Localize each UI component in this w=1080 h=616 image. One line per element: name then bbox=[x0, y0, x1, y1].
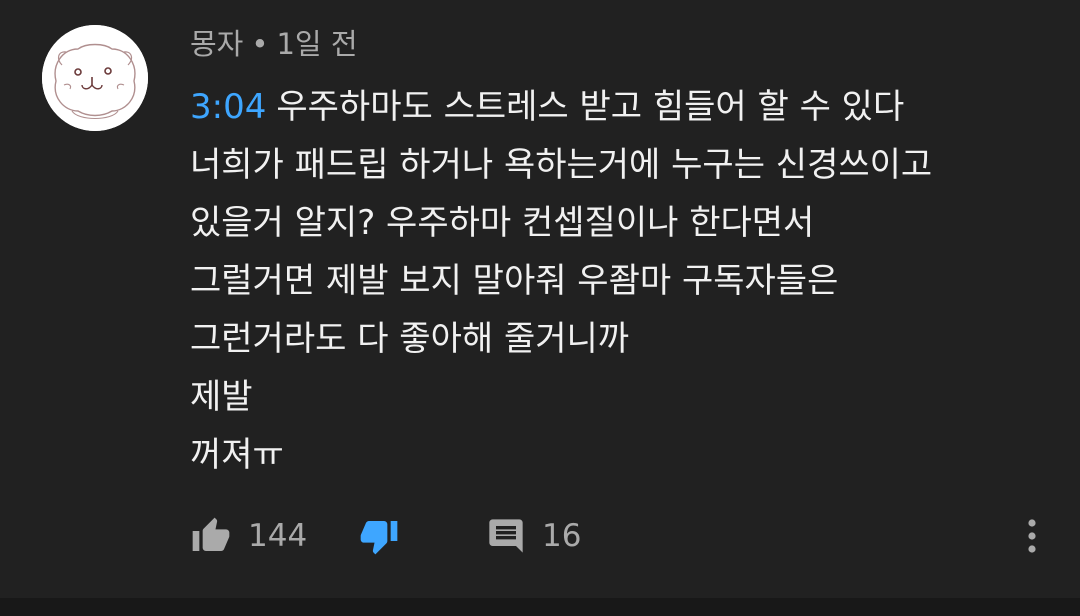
reply-button[interactable]: 16 bbox=[486, 512, 581, 560]
vertical-dots-icon bbox=[1028, 519, 1036, 553]
comment-line: 제발 bbox=[190, 377, 253, 417]
comment-time: 1일 전 bbox=[276, 27, 358, 61]
meta-separator: • bbox=[251, 27, 269, 61]
comment-line-text: 우주하마도 스트레스 받고 힘들어 할 수 있다 bbox=[276, 87, 905, 127]
reply-count: 16 bbox=[542, 518, 582, 554]
author-name[interactable]: 몽자 bbox=[190, 27, 243, 61]
comment-line: 그럴거면 제발 보지 말아줘 우좜마 구독자들은 bbox=[190, 261, 839, 301]
comment-icon bbox=[489, 519, 523, 553]
timestamp-link[interactable]: 3:04 bbox=[190, 87, 266, 127]
thumbs-down-icon bbox=[360, 521, 398, 555]
comment-line: 3:04 우주하마도 스트레스 받고 힘들어 할 수 있다 bbox=[190, 78, 1060, 136]
comment-item: 몽자 • 1일 전 3:04 우주하마도 스트레스 받고 힘들어 할 수 있다 너희가… bbox=[0, 0, 1080, 598]
more-options-button[interactable] bbox=[1020, 516, 1044, 556]
bottom-divider bbox=[0, 598, 1080, 616]
cartoon-face-avatar-icon bbox=[42, 25, 148, 131]
dislike-button[interactable] bbox=[358, 512, 400, 560]
thumbs-up-icon bbox=[192, 517, 230, 551]
comment-line: 너희가 패드립 하거나 욕하는거에 누구는 신경쓰이고 bbox=[190, 145, 933, 185]
like-button[interactable]: 144 bbox=[190, 512, 307, 560]
avatar[interactable] bbox=[42, 25, 148, 131]
comment-line: 있을거 알지? 우주하마 컨셉질이나 한다면서 bbox=[190, 203, 815, 243]
like-count: 144 bbox=[248, 518, 308, 554]
comment-actions: 144 16 bbox=[190, 512, 1050, 560]
comment-body: 3:04 우주하마도 스트레스 받고 힘들어 할 수 있다 너희가 패드립 하거나… bbox=[190, 78, 1060, 484]
comment-line: 꺼져ㅠ bbox=[190, 435, 284, 475]
comment-meta: 몽자 • 1일 전 bbox=[190, 26, 358, 62]
comment-line: 그런거라도 다 좋아해 줄거니까 bbox=[190, 319, 630, 359]
